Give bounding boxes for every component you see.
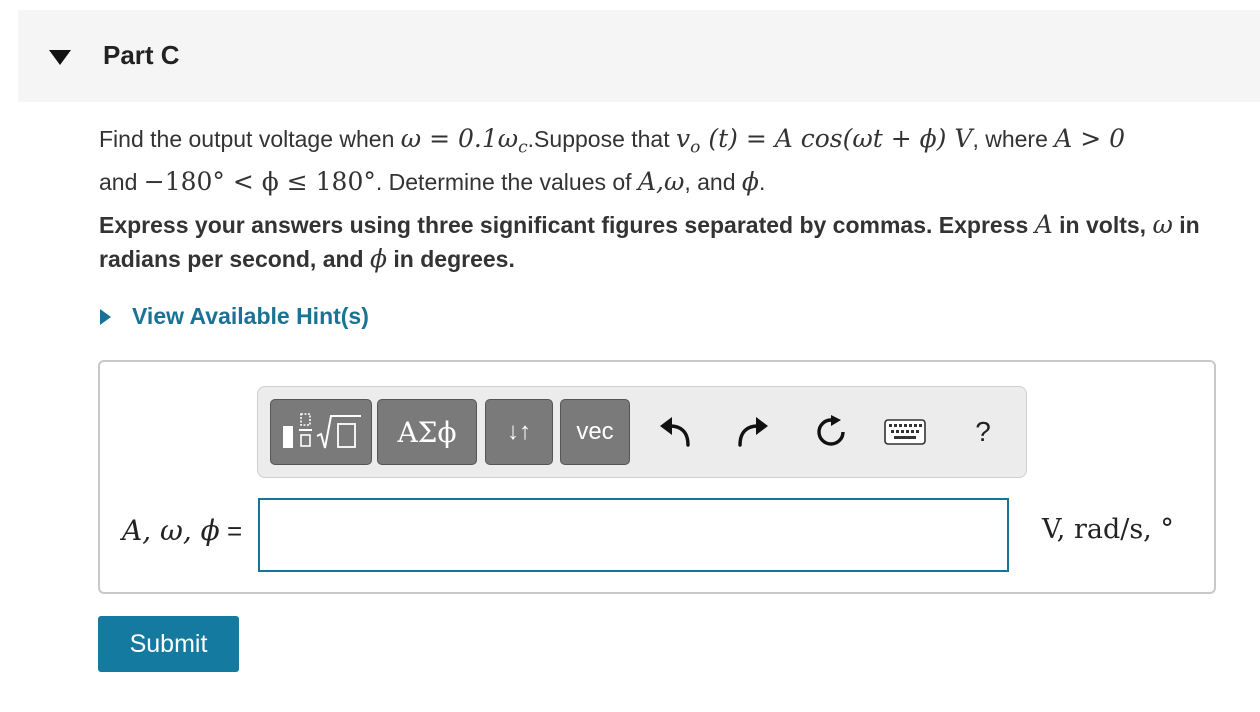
redo-icon: [738, 417, 768, 447]
view-hints-label[interactable]: View Available Hint(s): [132, 303, 369, 330]
undo-icon: [660, 417, 690, 447]
math-toolbar: ΑΣϕ ↓↑ vec ?: [257, 386, 1027, 478]
fraction-sqrt-template-icon: [283, 413, 361, 449]
answer-label: A, ω, ϕ =: [122, 514, 243, 547]
collapse-toggle[interactable]: [46, 44, 74, 72]
help-button[interactable]: ?: [958, 407, 1008, 457]
redo-button[interactable]: [728, 407, 778, 457]
triangle-right-icon: [100, 308, 111, 325]
answer-instructions: Express your answers using three signifi…: [99, 210, 1200, 273]
view-hints-link[interactable]: View Available Hint(s): [100, 303, 369, 330]
part-header: Part C: [18, 10, 1260, 102]
triangle-down-icon[interactable]: [49, 50, 71, 66]
answer-input[interactable]: [258, 498, 1009, 572]
reset-button[interactable]: [806, 407, 856, 457]
vector-button[interactable]: vec: [560, 399, 630, 465]
answer-units: V, rad/s, °: [1042, 514, 1174, 545]
undo-button[interactable]: [650, 407, 700, 457]
question-text: Find the output voltage when ω = 0.1ωc.S…: [99, 124, 1126, 196]
part-title: Part C: [103, 40, 180, 70]
reset-icon: [817, 415, 845, 446]
keyboard-icon: [884, 419, 926, 445]
page: Part C Find the output voltage when ω = …: [0, 0, 1260, 712]
templates-button[interactable]: [270, 399, 372, 465]
keyboard-button[interactable]: [880, 407, 930, 457]
answer-box: ΑΣϕ ↓↑ vec ? A, ω, ϕ = V, rad/s, °: [98, 360, 1216, 594]
submit-button[interactable]: Submit: [98, 616, 239, 672]
greek-symbols-button[interactable]: ΑΣϕ: [377, 399, 477, 465]
subscript-superscript-button[interactable]: ↓↑: [485, 399, 553, 465]
